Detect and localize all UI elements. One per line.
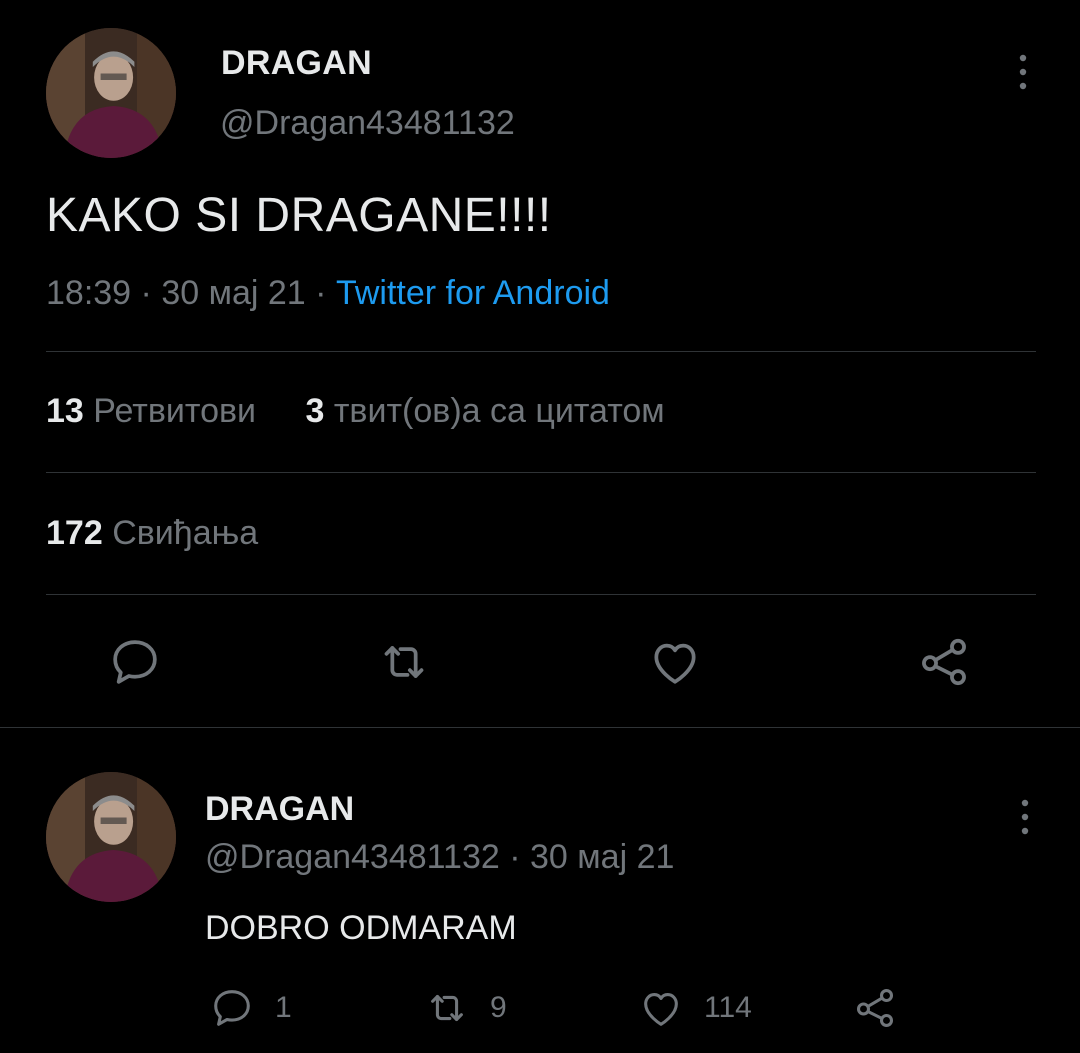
retweet-icon[interactable]: [373, 631, 435, 693]
share-icon: [856, 989, 894, 1027]
tweet-date[interactable]: 30 мај 21: [161, 274, 305, 312]
share-icon[interactable]: [913, 631, 975, 693]
avatar[interactable]: [46, 28, 176, 158]
likes-count: 172: [46, 514, 103, 552]
tweet-meta: 18:39 · 30 мај 21 · Twitter for Android: [46, 274, 610, 313]
reply-reply-button[interactable]: 1: [209, 984, 292, 1032]
retweets-stat[interactable]: 13 Ретвитови: [46, 392, 256, 431]
reply-retweet-button[interactable]: 9: [424, 984, 507, 1032]
avatar-photo: [46, 772, 176, 902]
divider: [46, 351, 1036, 352]
author-handle[interactable]: @Dragan43481132: [220, 104, 515, 143]
tweet-time[interactable]: 18:39: [46, 274, 131, 312]
reply-like-button[interactable]: 114: [638, 984, 752, 1032]
like-count: 114: [704, 991, 752, 1024]
avatar[interactable]: [46, 772, 176, 902]
retweet-icon: [431, 994, 463, 1022]
tweet-source-link[interactable]: Twitter for Android: [336, 274, 610, 312]
retweets-count: 13: [46, 392, 84, 430]
meta-separator: ·: [315, 274, 327, 312]
reply-author-meta: @Dragan43481132 · 30 мај 21: [205, 838, 674, 877]
quotes-count: 3: [305, 392, 325, 430]
reply-author-handle[interactable]: @Dragan43481132: [205, 838, 500, 876]
reply-author-name[interactable]: DRAGAN: [205, 790, 354, 829]
reply-count: 1: [275, 991, 292, 1024]
heart-icon: [644, 993, 678, 1026]
likes-label: Свиђања: [112, 514, 259, 552]
reply-icon: [214, 990, 250, 1026]
quotes-label: твит(ов)а са цитатом: [333, 392, 665, 430]
reply-share-button[interactable]: [852, 984, 898, 1032]
quotes-stat[interactable]: 3 твит(ов)а са цитатом: [305, 392, 664, 431]
reply-icon[interactable]: [104, 631, 166, 693]
reply-date[interactable]: 30 мај 21: [530, 838, 674, 876]
author-name[interactable]: DRAGAN: [221, 44, 372, 83]
divider: [46, 594, 1036, 595]
more-vertical-icon[interactable]: [1013, 797, 1037, 837]
meta-separator: ·: [509, 838, 521, 876]
heart-icon[interactable]: [644, 631, 706, 693]
divider: [46, 472, 1036, 473]
retweet-count: 9: [490, 991, 507, 1024]
meta-separator: ·: [140, 274, 152, 312]
more-vertical-icon[interactable]: [1011, 52, 1035, 92]
tweet-text: KAKO SI DRAGANE!!!!: [46, 189, 552, 242]
avatar-photo: [46, 28, 176, 158]
likes-stat[interactable]: 172 Свиђања: [46, 514, 258, 553]
divider: [0, 727, 1080, 728]
engagement-stats: 13 Ретвитови 3 твит(ов)а са цитатом: [46, 392, 665, 431]
reply-text: DOBRO ODMARAM: [205, 909, 517, 947]
retweets-label: Ретвитови: [93, 392, 257, 430]
